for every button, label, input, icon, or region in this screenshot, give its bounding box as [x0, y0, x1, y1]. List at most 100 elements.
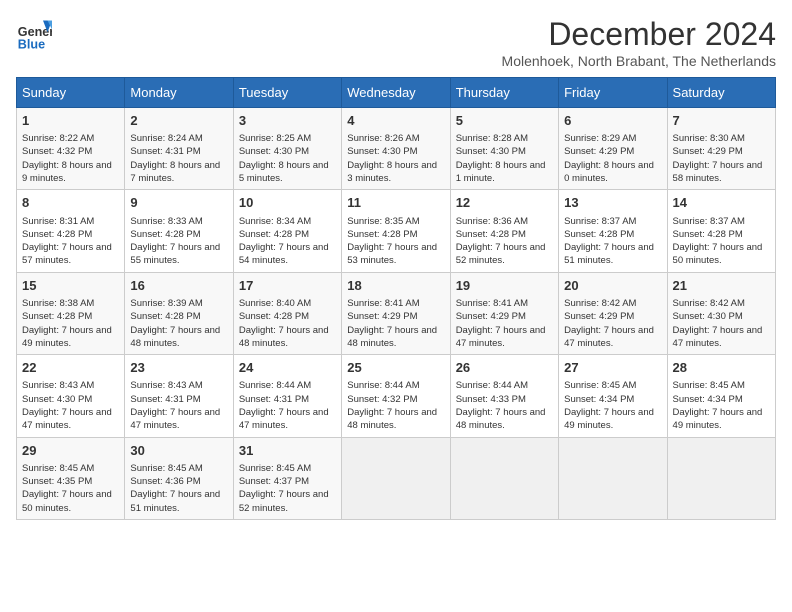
daylight: Daylight: 7 hours and 49 minutes.	[564, 407, 654, 431]
sunset: Sunset: 4:28 PM	[239, 229, 309, 240]
sunset: Sunset: 4:30 PM	[239, 146, 309, 157]
page-header: General Blue December 2024 Molenhoek, No…	[16, 16, 776, 69]
day-number: 6	[564, 112, 661, 130]
calendar-cell: 4Sunrise: 8:26 AMSunset: 4:30 PMDaylight…	[342, 108, 450, 190]
sunset: Sunset: 4:33 PM	[456, 394, 526, 405]
sunset: Sunset: 4:31 PM	[239, 394, 309, 405]
day-number: 11	[347, 194, 444, 212]
sunset: Sunset: 4:35 PM	[22, 476, 92, 487]
daylight: Daylight: 7 hours and 48 minutes.	[130, 325, 220, 349]
sunrise: Sunrise: 8:37 AM	[564, 216, 636, 227]
sunrise: Sunrise: 8:24 AM	[130, 133, 202, 144]
daylight: Daylight: 7 hours and 49 minutes.	[673, 407, 763, 431]
week-row: 8Sunrise: 8:31 AMSunset: 4:28 PMDaylight…	[17, 190, 776, 272]
calendar-cell: 9Sunrise: 8:33 AMSunset: 4:28 PMDaylight…	[125, 190, 233, 272]
sunset: Sunset: 4:28 PM	[22, 311, 92, 322]
calendar-cell	[342, 437, 450, 519]
sunset: Sunset: 4:29 PM	[456, 311, 526, 322]
header-saturday: Saturday	[667, 78, 775, 108]
day-number: 19	[456, 277, 553, 295]
daylight: Daylight: 7 hours and 47 minutes.	[239, 407, 329, 431]
daylight: Daylight: 7 hours and 58 minutes.	[673, 160, 763, 184]
sunrise: Sunrise: 8:42 AM	[564, 298, 636, 309]
daylight: Daylight: 7 hours and 47 minutes.	[673, 325, 763, 349]
sunset: Sunset: 4:28 PM	[22, 229, 92, 240]
calendar-cell: 11Sunrise: 8:35 AMSunset: 4:28 PMDayligh…	[342, 190, 450, 272]
calendar-cell: 2Sunrise: 8:24 AMSunset: 4:31 PMDaylight…	[125, 108, 233, 190]
day-number: 13	[564, 194, 661, 212]
calendar-cell: 23Sunrise: 8:43 AMSunset: 4:31 PMDayligh…	[125, 355, 233, 437]
sunset: Sunset: 4:37 PM	[239, 476, 309, 487]
daylight: Daylight: 7 hours and 48 minutes.	[239, 325, 329, 349]
sunrise: Sunrise: 8:45 AM	[22, 463, 94, 474]
daylight: Daylight: 7 hours and 47 minutes.	[22, 407, 112, 431]
daylight: Daylight: 8 hours and 1 minute.	[456, 160, 546, 184]
day-number: 4	[347, 112, 444, 130]
sunrise: Sunrise: 8:45 AM	[564, 380, 636, 391]
calendar-cell: 29Sunrise: 8:45 AMSunset: 4:35 PMDayligh…	[17, 437, 125, 519]
header-monday: Monday	[125, 78, 233, 108]
sunrise: Sunrise: 8:34 AM	[239, 216, 311, 227]
sunrise: Sunrise: 8:44 AM	[347, 380, 419, 391]
daylight: Daylight: 8 hours and 3 minutes.	[347, 160, 437, 184]
month-title: December 2024	[502, 16, 776, 53]
sunset: Sunset: 4:31 PM	[130, 146, 200, 157]
calendar-cell: 28Sunrise: 8:45 AMSunset: 4:34 PMDayligh…	[667, 355, 775, 437]
sunrise: Sunrise: 8:22 AM	[22, 133, 94, 144]
sunset: Sunset: 4:28 PM	[130, 311, 200, 322]
sunset: Sunset: 4:30 PM	[456, 146, 526, 157]
calendar-cell: 3Sunrise: 8:25 AMSunset: 4:30 PMDaylight…	[233, 108, 341, 190]
calendar-cell: 16Sunrise: 8:39 AMSunset: 4:28 PMDayligh…	[125, 272, 233, 354]
day-number: 15	[22, 277, 119, 295]
week-row: 15 Sunrise: 8:38 AM Sunset: 4:28 PM Dayligh…	[17, 272, 776, 354]
logo-icon: General Blue	[16, 16, 52, 52]
daylight: Daylight: 7 hours and 57 minutes.	[22, 242, 112, 266]
sunrise: Sunrise: 8:36 AM	[456, 216, 528, 227]
sunrise: Sunrise: 8:29 AM	[564, 133, 636, 144]
week-row: 22Sunrise: 8:43 AMSunset: 4:30 PMDayligh…	[17, 355, 776, 437]
sunrise: Sunrise: 8:41 AM	[456, 298, 528, 309]
calendar-table: SundayMondayTuesdayWednesdayThursdayFrid…	[16, 77, 776, 520]
day-number: 7	[673, 112, 770, 130]
sunset: Sunset: 4:30 PM	[673, 311, 743, 322]
day-number: 8	[22, 194, 119, 212]
calendar-cell: 31Sunrise: 8:45 AMSunset: 4:37 PMDayligh…	[233, 437, 341, 519]
day-number: 17	[239, 277, 336, 295]
sunset: Sunset: 4:28 PM	[239, 311, 309, 322]
sunrise: Sunrise: 8:38 AM	[22, 298, 94, 309]
sunrise: Sunrise: 8:40 AM	[239, 298, 311, 309]
header-sunday: Sunday	[17, 78, 125, 108]
location: Molenhoek, North Brabant, The Netherland…	[502, 53, 776, 69]
daylight: Daylight: 7 hours and 48 minutes.	[347, 325, 437, 349]
sunrise: Sunrise: 8:41 AM	[347, 298, 419, 309]
title-section: December 2024 Molenhoek, North Brabant, …	[502, 16, 776, 69]
sunset: Sunset: 4:34 PM	[564, 394, 634, 405]
sunrise: Sunrise: 8:39 AM	[130, 298, 202, 309]
sunset: Sunset: 4:29 PM	[564, 311, 634, 322]
sunrise: Sunrise: 8:44 AM	[456, 380, 528, 391]
daylight: Daylight: 7 hours and 50 minutes.	[673, 242, 763, 266]
day-number: 5	[456, 112, 553, 130]
sunset: Sunset: 4:32 PM	[22, 146, 92, 157]
calendar-cell: 7Sunrise: 8:30 AMSunset: 4:29 PMDaylight…	[667, 108, 775, 190]
day-number: 24	[239, 359, 336, 377]
sunrise: Sunrise: 8:43 AM	[22, 380, 94, 391]
header-tuesday: Tuesday	[233, 78, 341, 108]
week-row: 1Sunrise: 8:22 AMSunset: 4:32 PMDaylight…	[17, 108, 776, 190]
sunset: Sunset: 4:36 PM	[130, 476, 200, 487]
daylight: Daylight: 7 hours and 51 minutes.	[130, 489, 220, 513]
sunrise: Sunrise: 8:44 AM	[239, 380, 311, 391]
sunrise: Sunrise: 8:33 AM	[130, 216, 202, 227]
calendar-cell: 12Sunrise: 8:36 AMSunset: 4:28 PMDayligh…	[450, 190, 558, 272]
day-number: 23	[130, 359, 227, 377]
sunset: Sunset: 4:28 PM	[456, 229, 526, 240]
daylight: Daylight: 7 hours and 50 minutes.	[22, 489, 112, 513]
calendar-cell: 19Sunrise: 8:41 AMSunset: 4:29 PMDayligh…	[450, 272, 558, 354]
daylight: Daylight: 8 hours and 9 minutes.	[22, 160, 112, 184]
calendar-cell: 26Sunrise: 8:44 AMSunset: 4:33 PMDayligh…	[450, 355, 558, 437]
calendar-cell: 15Sunrise: 8:38 AMSunset: 4:28 PMDayligh…	[17, 272, 125, 354]
sunset: Sunset: 4:28 PM	[564, 229, 634, 240]
calendar-cell: 25Sunrise: 8:44 AMSunset: 4:32 PMDayligh…	[342, 355, 450, 437]
calendar-cell: 1Sunrise: 8:22 AMSunset: 4:32 PMDaylight…	[17, 108, 125, 190]
day-number: 2	[130, 112, 227, 130]
